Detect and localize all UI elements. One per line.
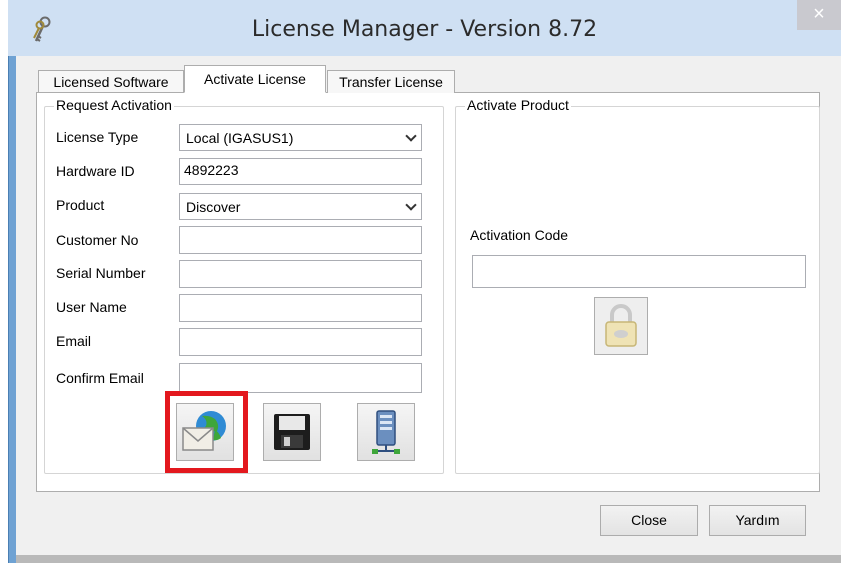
activate-product-title: Activate Product xyxy=(465,97,571,113)
activation-code-label: Activation Code xyxy=(470,227,569,243)
hardware-id-field[interactable]: 4892223 xyxy=(179,158,422,185)
floppy-disk-icon xyxy=(274,414,310,450)
tab-activate-license[interactable]: Activate License xyxy=(184,65,326,93)
server-network-icon xyxy=(372,410,400,454)
user-name-field[interactable] xyxy=(179,294,422,322)
request-activation-title: Request Activation xyxy=(54,97,174,113)
chevron-down-icon xyxy=(405,129,417,142)
license-type-label: License Type xyxy=(56,129,139,145)
save-button[interactable] xyxy=(263,403,321,461)
product-label: Product xyxy=(56,197,105,213)
window-title: License Manager - Version 8.72 xyxy=(251,17,598,42)
close-button[interactable]: Close xyxy=(600,505,698,536)
close-button-label: Close xyxy=(631,512,667,528)
customer-no-label: Customer No xyxy=(56,232,139,248)
tab-label: Activate License xyxy=(204,71,306,87)
serial-number-field[interactable] xyxy=(179,260,422,288)
license-type-select[interactable]: Local (IGASUS1) xyxy=(179,124,422,151)
email-field[interactable] xyxy=(179,328,422,356)
email-label: Email xyxy=(56,333,92,349)
send-email-button[interactable] xyxy=(176,403,234,461)
chevron-down-icon xyxy=(405,198,417,211)
tab-label: Licensed Software xyxy=(53,74,169,90)
padlock-icon xyxy=(605,304,637,347)
activate-product-group xyxy=(455,106,820,474)
activation-code-field[interactable] xyxy=(472,255,806,288)
confirm-email-label: Confirm Email xyxy=(56,370,144,386)
serial-number-label: Serial Number xyxy=(56,265,146,281)
help-button-label: Yardım xyxy=(735,512,780,528)
product-select[interactable]: Discover xyxy=(179,193,422,220)
close-icon: × xyxy=(813,3,825,25)
customer-no-field[interactable] xyxy=(179,226,422,254)
user-name-label: User Name xyxy=(56,299,127,315)
server-button[interactable] xyxy=(357,403,415,461)
tab-label: Transfer License xyxy=(339,74,443,90)
activate-button[interactable] xyxy=(594,297,648,355)
product-value: Discover xyxy=(186,199,241,215)
tab-transfer-license[interactable]: Transfer License xyxy=(327,70,455,93)
hardware-id-label: Hardware ID xyxy=(56,163,135,179)
email-globe-icon xyxy=(182,411,226,451)
tab-licensed-software[interactable]: Licensed Software xyxy=(38,70,184,93)
bottom-border xyxy=(16,555,841,563)
license-type-value: Local (IGASUS1) xyxy=(186,130,294,146)
help-button[interactable]: Yardım xyxy=(709,505,806,536)
confirm-email-field[interactable] xyxy=(179,363,422,393)
window-close-button[interactable]: × xyxy=(797,0,841,30)
